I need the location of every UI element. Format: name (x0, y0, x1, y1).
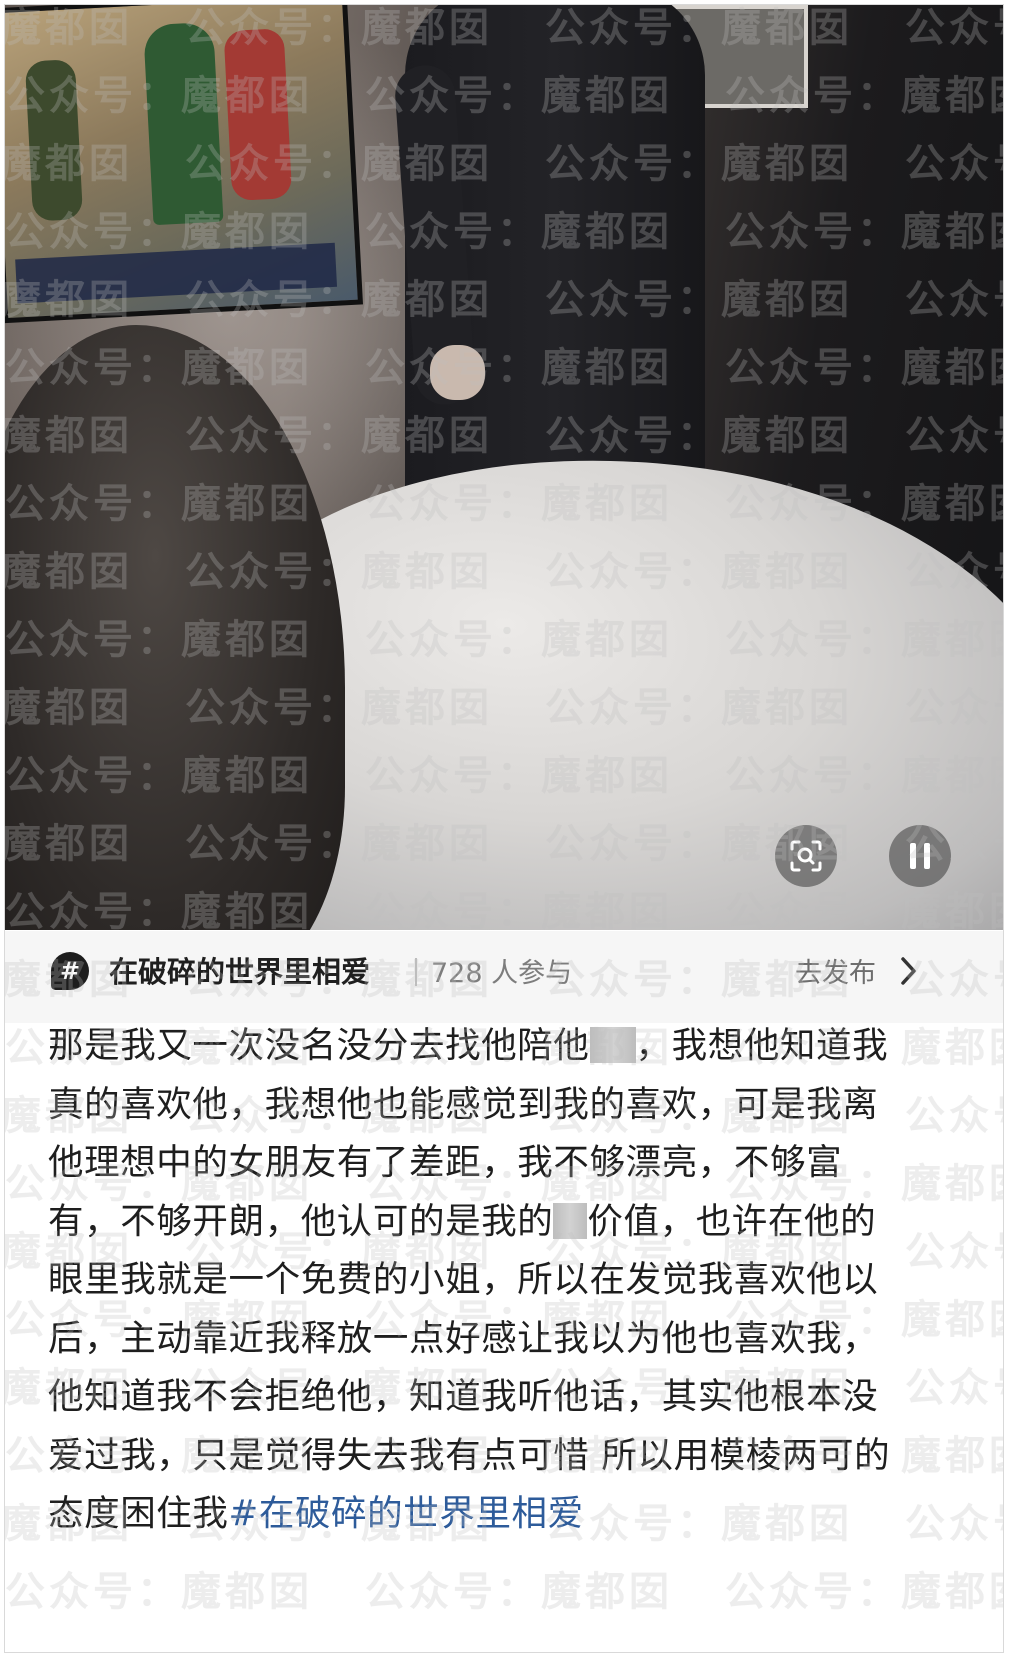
image-search-button[interactable] (775, 825, 837, 887)
redaction-blur (553, 1202, 588, 1239)
watermark-text: 公众号：魔都囡 (365, 1569, 673, 1615)
fist (430, 345, 485, 400)
topic-bar[interactable]: # 在破碎的世界里相爱 728 人参与 去发布 (5, 931, 1003, 1023)
post-line: 眼里我就是一个免费的小姐，所以在发觉我喜欢他以 (48, 1259, 879, 1300)
participant-count: 728 人参与 (431, 958, 573, 989)
post-line: 有，不够开朗，他认可的是我的 价值，也许在他的 (48, 1200, 877, 1242)
watermark-text: 公众号：魔都囡 (5, 1569, 313, 1615)
watermark-text: 公众号：魔都囡 (725, 1569, 1004, 1615)
topic-title[interactable]: 在破碎的世界里相爱 (109, 949, 370, 991)
post-line: 他理想中的女朋友有了差距，我不够漂亮，不够富 (48, 1142, 843, 1183)
post-line: 他知道我不会拒绝他，知道我听他话，其实他根本没 (48, 1376, 879, 1417)
tv-screen (5, 5, 363, 324)
post-line: 那是我又一次没名没分去找他陪他 ，我想他知道我 (48, 1025, 889, 1066)
pause-icon (910, 843, 930, 869)
publish-link[interactable]: 去发布 (795, 951, 876, 990)
post-line: 真的喜欢他，我想他也能感觉到我的喜欢，可是我离 (48, 1083, 879, 1125)
post-line: 态度困住我#在破碎的世界里相爱 (48, 1493, 584, 1534)
post-line: 爱过我，只是觉得失去我有点可惜 所以用模棱两可的 (48, 1434, 891, 1476)
post-screenshot: # 在破碎的世界里相爱 728 人参与 去发布 那是我又一次没名没分去找他陪他，… (4, 4, 1004, 1653)
pause-button[interactable] (889, 825, 951, 887)
chevron-right-icon[interactable] (898, 953, 920, 989)
video-player[interactable] (5, 5, 1003, 930)
post-text: 那是我又一次没名没分去找他陪他 ，我想他知道我 真的喜欢他，我想他也能感觉到我的喜… (48, 1017, 968, 1544)
image-search-icon (790, 840, 822, 872)
redaction-blur (589, 1027, 636, 1063)
hashtag-link[interactable]: #在破碎的世界里相爱 (229, 1493, 584, 1534)
divider (415, 958, 417, 986)
hashtag-icon: # (51, 952, 89, 990)
post-line: 后，主动靠近我释放一点好感让我以为他也喜欢我， (48, 1317, 879, 1359)
